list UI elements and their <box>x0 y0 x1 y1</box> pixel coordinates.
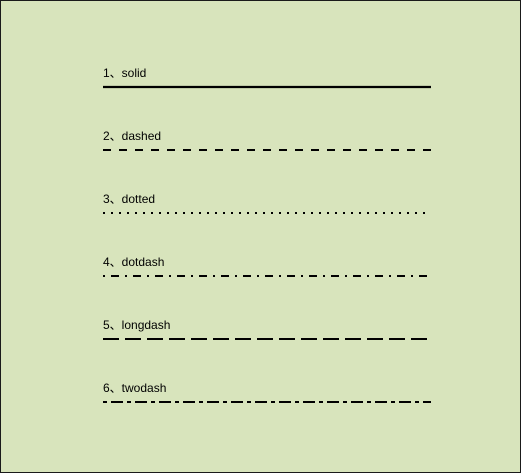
line-samples <box>103 85 431 403</box>
diagram-canvas: 1、solid 2、dashed 3、dotted 4、dotdash 5、lo… <box>0 0 521 473</box>
